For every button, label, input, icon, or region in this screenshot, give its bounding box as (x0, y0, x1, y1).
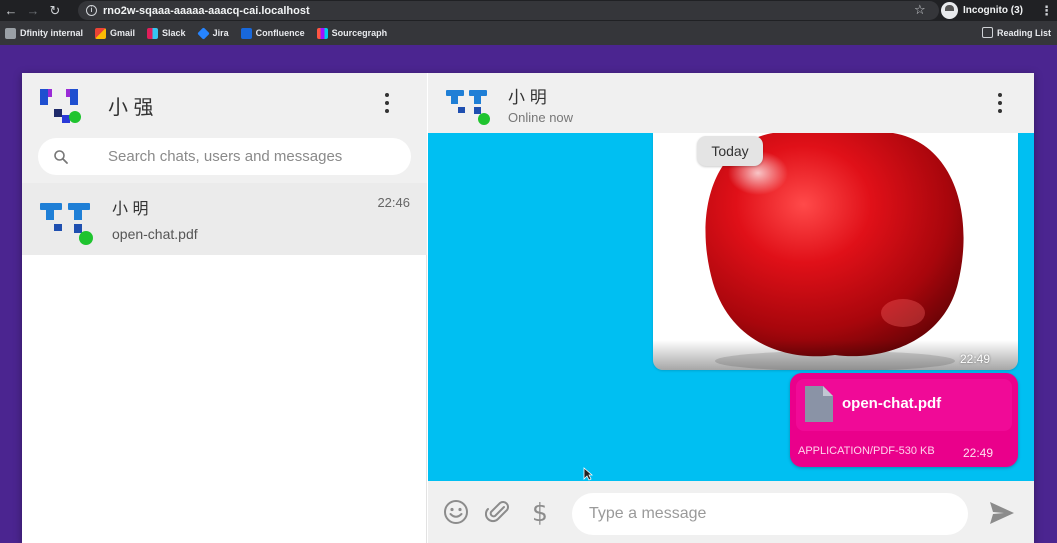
file-message[interactable]: open-chat.pdf APPLICATION/PDF-530 KB 22:… (790, 373, 1018, 467)
bookmark-confluence[interactable]: Confluence (240, 27, 305, 39)
bookmark-label: Gmail (110, 28, 136, 38)
file-name: open-chat.pdf (842, 395, 942, 412)
document-icon (805, 386, 833, 422)
bookmark-gmail[interactable]: Gmail (95, 27, 136, 39)
dollar-icon: $ (532, 497, 548, 527)
sourcegraph-icon (316, 27, 328, 39)
emoji-button[interactable] (442, 498, 470, 526)
emoji-icon (444, 500, 468, 524)
chat-time: 22:46 (377, 195, 410, 210)
conversation-header: 小 明 Online now (428, 73, 1034, 133)
bookmark-jira[interactable]: Jira (196, 26, 229, 40)
user-avatar[interactable] (38, 87, 82, 125)
search-icon (54, 150, 68, 164)
slack-icon (147, 27, 159, 39)
chat-preview: open-chat.pdf (112, 226, 198, 242)
bookmark-label: Sourcegraph (331, 28, 388, 38)
peer-status: Online now (508, 110, 574, 125)
bookmark-label: Dfinity internal (20, 28, 84, 38)
file-attachment[interactable]: open-chat.pdf (796, 379, 1012, 431)
bookmark-dfinity[interactable]: Dfinity internal (5, 27, 84, 39)
browser-toolbar: ← → ↻ i rno2w-sqaaa-aaaaa-aaacq-cai.loca… (0, 0, 1057, 21)
date-divider: Today (697, 136, 763, 166)
address-text: rno2w-sqaaa-aaaaa-aaacq-cai.localhost (103, 4, 310, 17)
folder-icon (5, 27, 16, 39)
site-info-icon[interactable]: i (86, 5, 97, 16)
search-bar (22, 133, 427, 183)
back-arrow-icon[interactable]: ← (0, 0, 22, 21)
message-composer: $ (428, 481, 1034, 543)
gmail-icon (95, 27, 107, 39)
reading-list-button[interactable]: Reading List (981, 27, 1051, 38)
paperclip-icon (485, 501, 509, 523)
current-user-name: 小 强 (108, 97, 154, 119)
confluence-icon (240, 27, 252, 39)
image-message[interactable]: 22:49 (653, 133, 1018, 370)
conversation-menu-icon[interactable] (996, 93, 1004, 113)
message-input[interactable] (572, 493, 968, 535)
search-input[interactable] (108, 138, 398, 175)
forward-arrow-icon[interactable]: → (22, 0, 44, 21)
chat-app: 小 强 小 明 22:46 (22, 73, 1034, 543)
bookmark-star-icon[interactable]: ☆ (914, 2, 926, 18)
profile-label: Incognito (3) (963, 5, 1023, 16)
reading-list-icon (981, 27, 993, 38)
browser-menu-icon[interactable]: ⋮ (1040, 3, 1053, 19)
file-meta: APPLICATION/PDF-530 KB (798, 445, 935, 457)
peer-name: 小 明 (508, 88, 547, 107)
attach-button[interactable] (484, 498, 512, 526)
jira-icon (196, 26, 210, 40)
mouse-cursor-icon (583, 467, 593, 481)
sidebar-menu-icon[interactable] (383, 93, 391, 113)
reading-list-label: Reading List (996, 27, 1051, 38)
reload-icon[interactable]: ↻ (44, 0, 66, 21)
contact-avatar (40, 203, 93, 245)
bookmark-label: Slack (162, 28, 186, 38)
chat-name: 小 明 (112, 201, 149, 218)
chat-list-item[interactable]: 小 明 22:46 open-chat.pdf (22, 183, 427, 255)
message-time: 22:49 (962, 446, 993, 460)
conversation-panel: 小 明 Online now 22:49 Today open-chat.pdf… (428, 73, 1034, 543)
bookmark-label: Jira (212, 28, 229, 38)
peer-avatar[interactable] (444, 87, 492, 127)
message-list[interactable]: 22:49 Today open-chat.pdf APPLICATION/PD… (428, 133, 1034, 481)
sidebar-header: 小 强 (22, 73, 427, 133)
bookmark-label: Confluence (255, 28, 305, 38)
address-bar[interactable]: i rno2w-sqaaa-aaaaa-aaacq-cai.localhost (78, 1, 939, 20)
send-icon[interactable] (988, 500, 1016, 526)
apple-photo (705, 133, 964, 370)
search-box[interactable] (38, 138, 411, 175)
bookmarks-bar: Dfinity internal Gmail Slack Jira Conflu… (0, 21, 1057, 45)
profile-button[interactable]: Incognito (3) (941, 2, 1023, 19)
bookmark-sourcegraph[interactable]: Sourcegraph (316, 27, 388, 39)
incognito-icon (941, 2, 958, 19)
message-time: 22:49 (959, 352, 990, 366)
payment-button[interactable]: $ (526, 497, 554, 527)
bookmark-slack[interactable]: Slack (147, 27, 186, 39)
sidebar: 小 强 小 明 22:46 (22, 73, 427, 543)
